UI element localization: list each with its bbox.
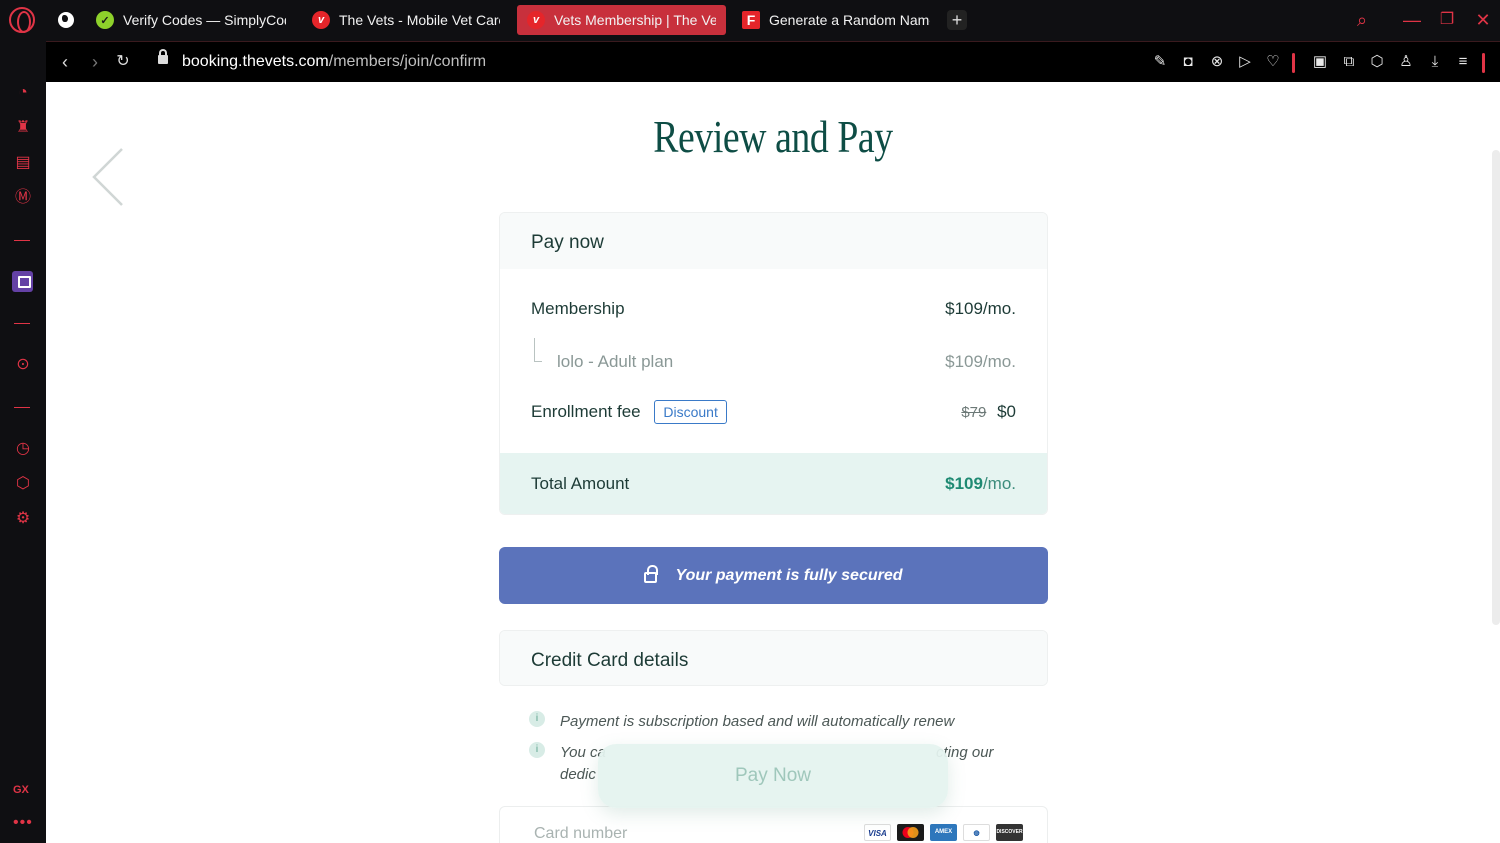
total-band: Total Amount $109/mo.: [500, 453, 1047, 514]
card-number-field[interactable]: Card number VISA AMEX ◍ DISCOVER: [499, 806, 1048, 843]
enrollment-label: Enrollment fee: [531, 402, 641, 421]
back-arrow-icon[interactable]: [88, 147, 148, 207]
url-path: /members/join/confirm: [328, 53, 487, 70]
info-text-cancel-line2: dedic: [560, 766, 596, 783]
download-icon[interactable]: ⤓: [1426, 53, 1444, 71]
extension-icon[interactable]: ▣: [1311, 53, 1329, 71]
padlock-icon: [644, 565, 659, 583]
pay-now-button[interactable]: Pay Now: [598, 744, 948, 808]
secure-text: Your payment is fully secured: [675, 566, 903, 584]
profile-icon[interactable]: ♙: [1397, 53, 1415, 71]
tab-verify-codes[interactable]: ✓ Verify Codes — SimplyCodes: [86, 5, 296, 35]
globe-icon[interactable]: [58, 12, 74, 28]
reload-icon[interactable]: ↻: [113, 52, 133, 72]
info-icon: i: [529, 711, 545, 727]
player-icon[interactable]: ⊙: [12, 354, 34, 376]
mastercard-icon: [897, 824, 924, 841]
minimize-button[interactable]: —: [1400, 8, 1424, 32]
url-host: booking.thevets.com: [182, 53, 329, 70]
more-icon[interactable]: •••: [13, 814, 33, 832]
sidebar: ◔ ♜ ▤ Ⓜ ⊙ ◷ ⬡ ⚙ GX •••: [0, 40, 46, 843]
enrollment-new-price: $0: [997, 402, 1016, 421]
total-suffix: /mo.: [982, 474, 1016, 493]
camera-icon[interactable]: ◘: [1179, 53, 1197, 71]
menu-icon[interactable]: ≡: [1454, 53, 1472, 71]
total-label: Total Amount: [531, 474, 630, 493]
send-icon[interactable]: ▷: [1236, 53, 1254, 71]
lock-icon: [158, 49, 168, 64]
f-icon: F: [742, 11, 760, 29]
twitch-icon[interactable]: [12, 271, 33, 292]
credit-card-card: Credit Card details: [499, 630, 1048, 686]
info-icon: i: [529, 742, 545, 758]
pay-now-header: Pay now: [500, 213, 1047, 269]
forward-icon[interactable]: ›: [85, 52, 105, 72]
toolbar-divider: [1482, 53, 1485, 73]
card-number-placeholder: Card number: [534, 825, 628, 842]
cube-icon[interactable]: ⬡: [1368, 53, 1386, 71]
diners-icon: ◍: [963, 824, 990, 841]
page-viewport: Review and Pay Pay now Membership $109/m…: [46, 82, 1500, 843]
tab-label: Verify Codes — SimplyCodes: [123, 12, 286, 28]
extensions-cube-icon[interactable]: ⬡: [12, 473, 34, 495]
gx-cleaner-icon[interactable]: ♜: [12, 117, 34, 139]
vets-icon: v: [312, 11, 330, 29]
plan-amount: $109/mo.: [945, 352, 1016, 371]
tab-random-name[interactable]: F Generate a Random Name: [732, 5, 940, 35]
plan-label: lolo - Adult plan: [557, 352, 674, 371]
messenger-icon[interactable]: Ⓜ: [12, 187, 34, 209]
new-tab-button[interactable]: +: [947, 10, 967, 30]
page-title: Review and Pay: [653, 111, 893, 162]
info-text-renew: Payment is subscription based and will a…: [560, 713, 955, 730]
tab-vets-membership[interactable]: v Vets Membership | The Vets: [517, 5, 726, 35]
close-button[interactable]: ✕: [1471, 8, 1495, 32]
membership-row: Membership $109/mo.: [531, 299, 1016, 319]
pay-now-card: Pay now Membership $109/mo. lolo - Adult…: [499, 212, 1048, 515]
tab-the-vets[interactable]: v The Vets - Mobile Vet Care: [302, 5, 510, 35]
edit-icon[interactable]: ✎: [1151, 53, 1169, 71]
tab-bar: ✓ Verify Codes — SimplyCodes v The Vets …: [0, 0, 1500, 40]
tab-label: The Vets - Mobile Vet Care: [339, 12, 500, 28]
translate-icon[interactable]: ⧉: [1340, 53, 1358, 71]
check-icon: ✓: [96, 11, 114, 29]
address-bar: ‹ › ↻ booking.thevets.com/members/join/c…: [46, 41, 1500, 82]
visa-icon: VISA: [864, 824, 891, 841]
total-amount: $109/mo.: [945, 474, 1016, 494]
vets-icon: v: [527, 11, 545, 29]
history-icon[interactable]: ◷: [12, 438, 34, 460]
secure-payment-banner: Your payment is fully secured: [499, 547, 1048, 604]
discount-badge: Discount: [654, 400, 727, 424]
tab-label: Vets Membership | The Vets: [554, 12, 716, 28]
gx-control-icon[interactable]: ◔: [12, 82, 34, 104]
membership-label: Membership: [531, 299, 625, 318]
amex-icon: AMEX: [930, 824, 957, 841]
plan-row: lolo - Adult plan $109/mo.: [557, 352, 1016, 372]
restore-button[interactable]: ❐: [1435, 8, 1459, 32]
sidebar-divider: [14, 240, 30, 241]
toolbar-divider: [1292, 53, 1295, 73]
back-icon[interactable]: ‹: [55, 52, 75, 72]
scrollbar[interactable]: [1492, 150, 1500, 625]
gx-corner-icon[interactable]: ▤: [12, 152, 34, 174]
search-icon[interactable]: ⌕: [1350, 8, 1374, 32]
sidebar-divider: [14, 323, 30, 324]
enrollment-row: Enrollment fee Discount $79 $0: [531, 400, 1016, 424]
enrollment-old-price: $79: [961, 404, 987, 421]
total-row: Total Amount $109/mo.: [531, 474, 1016, 494]
gx-label[interactable]: GX: [13, 784, 29, 796]
heart-icon[interactable]: ♡: [1264, 53, 1282, 71]
membership-amount: $109/mo.: [945, 299, 1016, 318]
discover-icon: DISCOVER: [996, 824, 1023, 841]
adblock-icon[interactable]: ⊗: [1208, 53, 1226, 71]
total-value: $109: [945, 474, 983, 493]
url-field[interactable]: booking.thevets.com/members/join/confirm: [182, 53, 486, 71]
tree-connector: [534, 338, 542, 362]
tab-label: Generate a Random Name: [769, 12, 930, 28]
sidebar-divider: [14, 407, 30, 408]
opera-gx-logo-icon[interactable]: [9, 7, 35, 33]
settings-gear-icon[interactable]: ⚙: [12, 508, 34, 530]
credit-card-header: Credit Card details: [500, 631, 1047, 685]
